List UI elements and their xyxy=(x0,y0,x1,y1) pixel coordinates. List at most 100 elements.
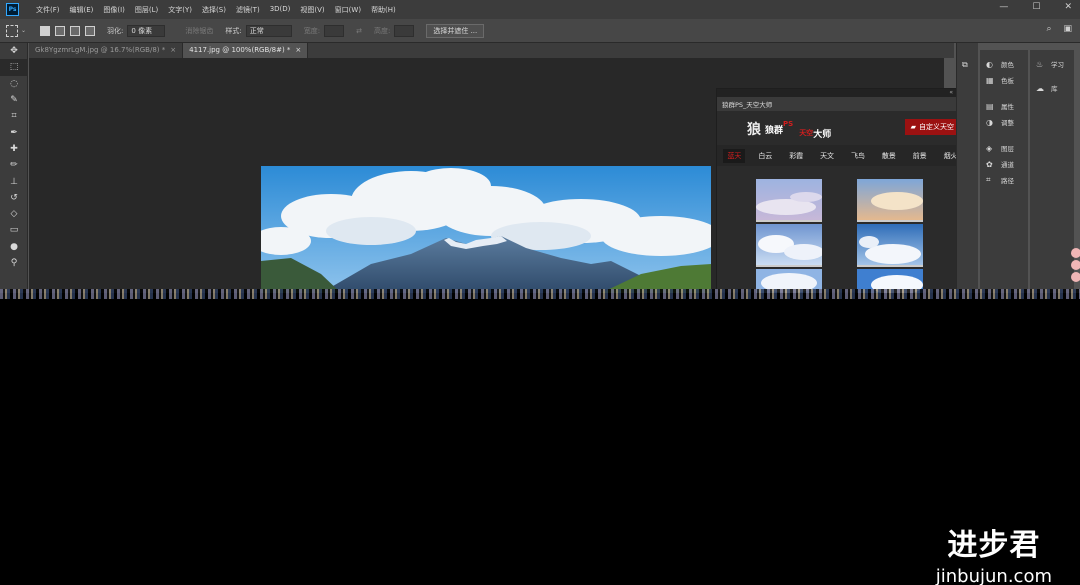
category-sunset-clouds[interactable]: 彩霞 xyxy=(785,149,807,163)
watermark: 进步君 jinbujun.com xyxy=(936,520,1052,585)
new-selection-icon[interactable] xyxy=(40,25,51,36)
sky-thumbnail[interactable] xyxy=(857,224,923,267)
photoshop-window: Ps 文件(F) 编辑(E) 图像(I) 图层(L) 文字(Y) 选择(S) 滤… xyxy=(0,0,1080,293)
category-birds[interactable]: 飞鸟 xyxy=(847,149,869,163)
category-bokeh[interactable]: 散景 xyxy=(878,149,900,163)
floating-bubble[interactable] xyxy=(1071,260,1080,270)
maximize-button[interactable]: ☐ xyxy=(1032,2,1040,12)
dock-item-channels[interactable]: ✿ 通道 xyxy=(980,156,1028,172)
search-icon[interactable]: ⌕ xyxy=(1046,24,1051,34)
crop-tool-icon[interactable]: ⌗ xyxy=(0,108,28,124)
document-image[interactable] xyxy=(261,166,711,293)
subtract-selection-icon[interactable] xyxy=(70,25,81,36)
clone-stamp-tool-icon[interactable]: ⊥ xyxy=(0,173,28,189)
dock-label: 图层 xyxy=(1001,145,1014,153)
dock-item-libraries[interactable]: ☁ 库 xyxy=(1030,80,1074,96)
dock-label: 学习 xyxy=(1051,61,1064,69)
wolf-logo-icon: 狼 xyxy=(747,122,761,138)
history-panel-icon[interactable]: ⧉ xyxy=(957,57,978,73)
landscape-photo xyxy=(261,166,711,293)
logo-text-ps: PS xyxy=(783,120,794,128)
height-input[interactable] xyxy=(394,24,415,37)
logo-text-red: 天空 xyxy=(799,129,814,137)
eyedropper-tool-icon[interactable]: ✒ xyxy=(0,124,28,140)
color-icon: ◐ xyxy=(986,59,993,69)
floating-bubble[interactable] xyxy=(1071,248,1080,258)
style-select[interactable]: 正常 xyxy=(245,24,292,37)
logo-text-1: 狼群 xyxy=(765,125,784,136)
menu-window[interactable]: 窗口(W) xyxy=(330,5,366,15)
dock-item-paths[interactable]: ⌗ 路径 xyxy=(980,172,1028,188)
workspace-icon[interactable]: ▣ xyxy=(1063,24,1072,34)
gradient-tool-icon[interactable]: ▭ xyxy=(0,222,28,238)
sky-thumbnail[interactable] xyxy=(857,179,923,222)
move-tool-icon[interactable]: ✥ xyxy=(0,43,28,59)
category-foreground[interactable]: 前景 xyxy=(909,149,931,163)
healing-brush-tool-icon[interactable]: ✚ xyxy=(0,141,28,157)
menu-bar: Ps 文件(F) 编辑(E) 图像(I) 图层(L) 文字(Y) 选择(S) 滤… xyxy=(0,0,1080,19)
tab-document-2[interactable]: 4117.jpg @ 100%(RGB/8#) * × xyxy=(183,43,309,58)
menu-select[interactable]: 选择(S) xyxy=(197,5,231,15)
add-selection-icon[interactable] xyxy=(55,25,66,36)
dock-item-adjustments[interactable]: ◑ 调整 xyxy=(980,114,1028,130)
feather-input[interactable]: 0 像素 xyxy=(127,24,166,37)
dock-item-learn[interactable]: ♨ 学习 xyxy=(1030,56,1074,72)
dock-label: 颜色 xyxy=(1001,61,1014,69)
intersect-selection-icon[interactable] xyxy=(85,25,96,36)
history-brush-tool-icon[interactable]: ↺ xyxy=(0,190,28,206)
lasso-tool-icon[interactable]: ◌ xyxy=(0,76,28,92)
close-window-button[interactable]: ✕ xyxy=(1064,2,1072,12)
menu-filter[interactable]: 滤镜(T) xyxy=(231,5,265,15)
custom-sky-button[interactable]: ▰ 自定义天空 xyxy=(904,119,960,135)
options-right: ⌕ ▣ xyxy=(1046,24,1072,34)
quick-selection-tool-icon[interactable]: ✎ xyxy=(0,92,28,108)
menu-image[interactable]: 图像(I) xyxy=(98,5,130,15)
collapse-panel-icon[interactable]: « xyxy=(949,89,953,96)
menu-type[interactable]: 文字(Y) xyxy=(163,5,197,15)
eraser-tool-icon[interactable]: ◇ xyxy=(0,206,28,222)
dock-collapsed-column: ⧉ xyxy=(956,43,978,293)
image-glitch-band xyxy=(0,289,1080,299)
menu-help[interactable]: 帮助(H) xyxy=(366,5,401,15)
menu-3d[interactable]: 3D(D) xyxy=(265,5,296,15)
close-tab-icon[interactable]: × xyxy=(170,46,176,54)
dock-label: 调整 xyxy=(1001,119,1014,127)
dock-item-color[interactable]: ◐ 颜色 xyxy=(980,56,1028,72)
custom-sky-label: 自定义天空 xyxy=(919,123,954,131)
feather-label: 羽化: xyxy=(107,26,124,35)
brush-tool-icon[interactable]: ✏ xyxy=(0,157,28,173)
select-and-mask-button[interactable]: 选择并遮住 ... xyxy=(426,23,485,38)
document-tabs: Gk8YgzmrLgM.jpg @ 16.7%(RGB/8) * × 4117.j… xyxy=(29,43,954,58)
dock-item-swatches[interactable]: ▦ 色板 xyxy=(980,72,1028,88)
minimize-button[interactable]: — xyxy=(999,2,1008,12)
style-label: 样式: xyxy=(225,26,242,35)
chevron-down-icon[interactable]: ⌄ xyxy=(21,27,26,34)
menu-file[interactable]: 文件(F) xyxy=(31,5,65,15)
marquee-preset-icon[interactable] xyxy=(6,24,18,37)
dock-item-layers[interactable]: ◈ 图层 xyxy=(980,140,1028,156)
properties-icon: ▤ xyxy=(986,101,994,111)
menu-view[interactable]: 视图(V) xyxy=(295,5,329,15)
category-blue-sky[interactable]: 蓝天 xyxy=(723,148,746,163)
folder-icon: ▰ xyxy=(910,123,916,131)
floating-bubble[interactable] xyxy=(1071,272,1080,282)
rectangle-marquee-tool-icon[interactable]: ⬚ xyxy=(0,59,28,76)
menu-edit[interactable]: 编辑(E) xyxy=(65,5,99,15)
blur-tool-icon[interactable]: ● xyxy=(0,239,28,255)
window-controls: — ☐ ✕ xyxy=(999,2,1072,12)
plugin-logo: 狼 狼群 PS 天空 大师 xyxy=(747,119,831,140)
menu-layer[interactable]: 图层(L) xyxy=(130,5,163,15)
close-tab-icon[interactable]: × xyxy=(295,46,301,54)
sky-thumbnail[interactable] xyxy=(756,224,822,267)
antialias-label[interactable]: 消除锯齿 xyxy=(185,26,213,36)
dodge-tool-icon[interactable]: ⚲ xyxy=(0,255,28,271)
category-astronomy[interactable]: 天文 xyxy=(816,149,838,163)
width-input[interactable] xyxy=(324,24,345,37)
category-white-clouds[interactable]: 白云 xyxy=(754,149,776,163)
panel-title: 狼群PS_天空大师 xyxy=(722,101,773,109)
sky-thumbnail[interactable] xyxy=(756,179,822,222)
dock-item-properties[interactable]: ▤ 属性 xyxy=(980,98,1028,114)
tab-document-1[interactable]: Gk8YgzmrLgM.jpg @ 16.7%(RGB/8) * × xyxy=(29,43,184,58)
swap-icon[interactable]: ⇄ xyxy=(356,27,362,35)
options-bar: ⌄ 羽化: 0 像素 消除锯齿 样式: 正常 宽度: ⇄ 高度: 选择并遮住 .… xyxy=(0,19,1080,43)
